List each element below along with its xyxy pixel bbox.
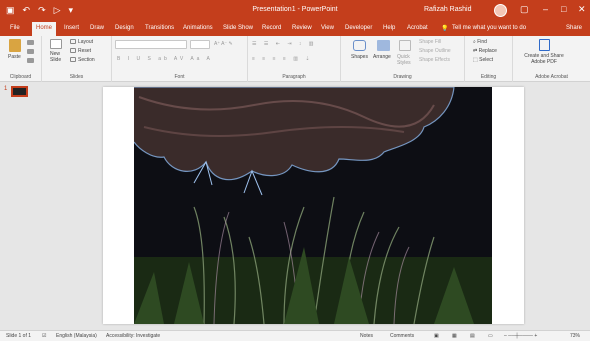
slides-label: Slides [69, 74, 84, 80]
font-group: A⁺ A⁻ ✎ B I U S ab AV Aa A Font [112, 36, 248, 82]
edge-detected-photo[interactable] [134, 87, 492, 324]
replace-label: Replace [478, 48, 497, 54]
layout-button[interactable]: Layout [78, 39, 93, 45]
slide-editor-canvas [34, 82, 590, 330]
copy-icon[interactable] [27, 49, 34, 54]
tell-me-search[interactable]: Tell me what you want to do [452, 25, 526, 31]
comments-button[interactable]: Comments [390, 333, 414, 339]
drawing-group: Shapes Arrange Quick Styles Shape Fill S… [341, 36, 465, 82]
arrange-icon[interactable] [377, 40, 390, 51]
shape-outline-button[interactable]: Shape Outline [419, 48, 451, 54]
select-button[interactable]: ⬚ Select [473, 57, 493, 63]
share-button[interactable]: Share [566, 25, 582, 31]
list-indent-icons[interactable]: ☰ ☰ ⇤ ⇥ ↕ ▥ [252, 41, 317, 47]
tab-transitions[interactable]: Transitions [145, 25, 174, 31]
lightbulb-icon: 💡 [441, 26, 449, 32]
alignment-icons[interactable]: ≡ ≡ ≡ ≡ ▥ ⇣ [252, 56, 313, 62]
zoom-slider[interactable]: – ──┼──── + [504, 333, 537, 339]
tab-draw[interactable]: Draw [90, 25, 104, 31]
paste-icon[interactable] [9, 39, 21, 52]
find-label: Find [477, 39, 487, 45]
clipboard-group: Paste Clipboard [0, 36, 42, 82]
restore-button[interactable]: □ [561, 4, 566, 15]
adobe-acrobat-group: Create and Share Adobe PDF Adobe Acrobat [513, 36, 590, 82]
shape-effects-button[interactable]: Shape Effects [419, 57, 450, 63]
section-icon [70, 57, 76, 62]
tab-acrobat[interactable]: Acrobat [407, 25, 428, 31]
minimize-button[interactable]: – [543, 4, 548, 15]
tab-insert[interactable]: Insert [64, 25, 79, 31]
tab-animations[interactable]: Animations [183, 25, 213, 31]
slide-number: 1 [4, 86, 8, 92]
shapes-icon[interactable] [353, 40, 366, 51]
format-painter-icon[interactable] [27, 58, 34, 63]
paragraph-group: ☰ ☰ ⇤ ⇥ ↕ ▥ ≡ ≡ ≡ ≡ ▥ ⇣ Paragraph [248, 36, 341, 82]
language-indicator[interactable]: English (Malaysia) [56, 333, 97, 339]
tab-design[interactable]: Design [115, 25, 134, 31]
reset-icon [70, 48, 76, 53]
tab-file[interactable]: File [10, 25, 20, 31]
tab-record[interactable]: Record [262, 25, 281, 31]
notes-button[interactable]: Notes [360, 333, 373, 339]
font-size-controls-icon[interactable]: A⁺ A⁻ ✎ [214, 41, 233, 47]
slide-show-icon[interactable]: ▭ [488, 333, 493, 339]
slide[interactable] [103, 87, 524, 324]
find-button[interactable]: ⌕ Find [473, 39, 487, 45]
accessibility-status[interactable]: Accessibility: Investigate [106, 333, 160, 339]
status-bar: Slide 1 of 1 ☑ English (Malaysia) Access… [0, 330, 590, 341]
layout-icon [70, 39, 76, 44]
slide-thumbnail[interactable] [11, 86, 28, 97]
user-name[interactable]: Rafizah Rashid [424, 6, 471, 13]
paragraph-label: Paragraph [282, 74, 306, 80]
slide-sorter-icon[interactable]: ▦ [452, 333, 457, 339]
avatar[interactable] [494, 4, 507, 17]
adobe-acrobat-label: Adobe Acrobat [535, 74, 568, 80]
create-share-pdf-button[interactable]: Create and Share Adobe PDF [519, 53, 569, 65]
reading-view-icon[interactable]: ▤ [470, 333, 475, 339]
tab-home[interactable]: Home [32, 22, 57, 36]
title-bar: ▣ ↶ ↷ ▷ ▾ Presentation1 - PowerPoint Raf… [0, 0, 590, 22]
paste-button[interactable]: Paste [8, 54, 21, 60]
tab-review[interactable]: Review [292, 25, 312, 31]
create-pdf-icon[interactable] [539, 39, 550, 51]
quick-styles-button[interactable]: Quick Styles [397, 54, 415, 66]
slides-group: New Slide Layout Reset Section Slides [42, 36, 112, 82]
slide-count: Slide 1 of 1 [6, 333, 32, 339]
new-slide-icon[interactable] [50, 39, 62, 49]
select-label: Select [479, 57, 494, 63]
tab-developer[interactable]: Developer [345, 25, 372, 31]
normal-view-icon[interactable]: ▣ [434, 333, 439, 339]
ribbon-display-options-icon[interactable]: ▢ [520, 4, 529, 15]
ribbon: Paste Clipboard New Slide Layout Reset S… [0, 36, 590, 82]
font-format-icons[interactable]: B I U S ab AV Aa A [117, 56, 213, 62]
tab-slide-show[interactable]: Slide Show [223, 25, 253, 31]
tab-help[interactable]: Help [383, 25, 395, 31]
zoom-level[interactable]: 73% [570, 333, 580, 339]
shapes-button[interactable]: Shapes [351, 54, 368, 60]
quick-styles-icon[interactable] [399, 40, 411, 51]
reset-button[interactable]: Reset [78, 48, 91, 54]
close-button[interactable]: ✕ [578, 4, 586, 15]
new-slide-button[interactable]: New Slide [50, 51, 66, 63]
editing-label: Editing [480, 74, 497, 80]
slide-thumbnails-pane: 1 [0, 82, 34, 330]
spell-check-icon[interactable]: ☑ [42, 333, 46, 339]
powerpoint-window: ▣ ↶ ↷ ▷ ▾ Presentation1 - PowerPoint Raf… [0, 0, 590, 341]
cut-icon[interactable] [27, 40, 34, 45]
section-button[interactable]: Section [78, 57, 95, 63]
tab-view[interactable]: View [321, 25, 334, 31]
font-name-dropdown[interactable] [115, 40, 187, 49]
font-size-dropdown[interactable] [190, 40, 210, 49]
editing-group: ⌕ Find ⇄ Replace ⬚ Select Editing [465, 36, 513, 82]
font-label: Font [174, 74, 185, 80]
drawing-label: Drawing [393, 74, 412, 80]
replace-button[interactable]: ⇄ Replace [473, 48, 497, 54]
arrange-button[interactable]: Arrange [373, 54, 391, 60]
clipboard-label: Clipboard [9, 74, 32, 80]
shape-fill-button[interactable]: Shape Fill [419, 39, 441, 45]
ribbon-tabs: File Home Insert Draw Design Transitions… [0, 22, 590, 36]
